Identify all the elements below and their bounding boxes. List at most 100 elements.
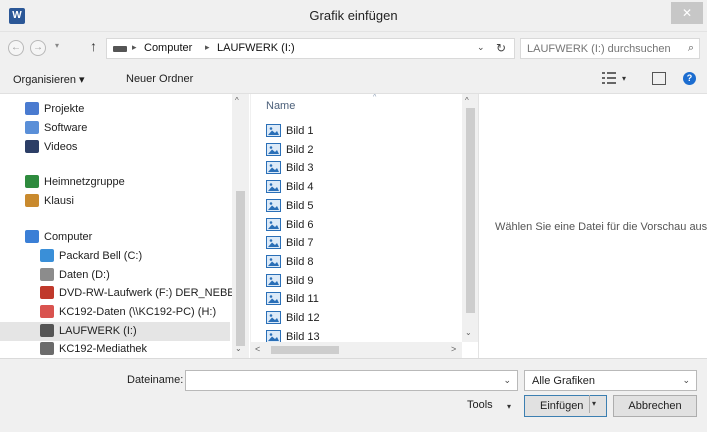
- tools-button[interactable]: Tools: [467, 399, 493, 411]
- sidebar-item-kc192-daten-kc192-pc-h[interactable]: KC192-Daten (\\KC192-PC) (H:): [0, 303, 230, 322]
- file-name: Bild 1: [286, 125, 314, 137]
- folder-projects-icon: [25, 102, 39, 115]
- recent-locations-dropdown[interactable]: ▾: [55, 41, 59, 50]
- image-file-icon: [266, 217, 281, 231]
- sidebar-item-projekte[interactable]: Projekte: [0, 100, 230, 119]
- image-file-icon: [266, 180, 281, 194]
- file-name: Bild 9: [286, 274, 314, 287]
- scroll-right-arrow-icon[interactable]: >: [451, 344, 456, 354]
- chevron-down-icon[interactable]: ⌄: [682, 375, 690, 386]
- file-list-item[interactable]: Bild 6: [266, 216, 456, 234]
- cancel-button-label: Abbrechen: [628, 400, 682, 412]
- breadcrumb-laufwerk[interactable]: LAUFWERK (I:): [217, 42, 295, 54]
- scroll-down-arrow-icon[interactable]: ⌄: [235, 344, 242, 353]
- column-header-name[interactable]: Name: [266, 100, 295, 112]
- cancel-button[interactable]: Abbrechen: [613, 395, 697, 417]
- file-list-item[interactable]: Bild 2: [266, 141, 456, 159]
- scroll-down-arrow-icon[interactable]: ⌄: [465, 328, 472, 337]
- navigation-pane[interactable]: Projekte Software Videos Heimnetzgruppe Klau…: [0, 94, 250, 358]
- scroll-up-arrow-icon[interactable]: ^: [465, 96, 469, 105]
- sidebar-item-label: Software: [44, 122, 88, 134]
- search-box[interactable]: ⌕: [520, 38, 700, 59]
- image-file-icon: [266, 254, 281, 268]
- file-list-item[interactable]: Bild 3: [266, 159, 456, 177]
- file-name: Bild 2: [286, 143, 314, 156]
- forward-button[interactable]: →: [30, 40, 46, 56]
- sidebar-item-label: Projekte: [44, 103, 85, 115]
- search-icon[interactable]: ⌕: [688, 42, 694, 55]
- sidebar-item-label: Klausi: [44, 195, 74, 207]
- sidebar-item-daten-d[interactable]: Daten (D:): [0, 266, 230, 285]
- sidebar-item-label: Daten (D:): [59, 269, 110, 281]
- sidebar-item-videos[interactable]: Videos: [0, 138, 230, 157]
- new-folder-button[interactable]: Neuer Ordner: [126, 73, 193, 85]
- file-vertical-scrollbar[interactable]: ^ ⌄: [462, 94, 478, 342]
- scroll-up-arrow-icon[interactable]: ^: [235, 96, 239, 105]
- view-options-icon[interactable]: [602, 72, 616, 84]
- image-file-icon: [266, 198, 281, 212]
- sort-indicator-icon: ^: [373, 94, 377, 101]
- search-input[interactable]: [527, 42, 677, 56]
- preview-pane-toggle-icon[interactable]: [652, 72, 666, 85]
- filename-label: Dateiname:: [127, 374, 184, 386]
- videos-icon: [25, 140, 39, 153]
- back-button[interactable]: ←: [8, 40, 24, 56]
- sidebar-item-klausi[interactable]: Klausi: [0, 192, 230, 211]
- nav-vertical-scrollbar[interactable]: ^ ⌄: [232, 94, 249, 358]
- file-list-item[interactable]: Bild 8: [266, 253, 456, 271]
- sidebar-item-heimnetzgruppe[interactable]: Heimnetzgruppe: [0, 173, 230, 192]
- scrollbar-thumb[interactable]: [236, 191, 245, 346]
- file-list-item[interactable]: Bild 5: [266, 197, 456, 215]
- sidebar-item-label: KC192-Mediathek: [59, 343, 148, 355]
- address-bar[interactable]: ▸ Computer ▸ LAUFWERK (I:) ⌄ ↻: [106, 38, 515, 59]
- media-library-icon: [40, 342, 54, 355]
- breadcrumb-separator[interactable]: ▸: [205, 42, 210, 53]
- file-name: Bild 11: [286, 293, 319, 306]
- folder-software-icon: [25, 121, 39, 134]
- drive-icon: [40, 268, 54, 281]
- refresh-icon[interactable]: ↻: [496, 41, 506, 55]
- insert-options-dropdown-icon[interactable]: ▾: [592, 395, 596, 413]
- chevron-down-icon[interactable]: ⌄: [503, 375, 511, 386]
- breadcrumb-computer[interactable]: Computer: [144, 42, 192, 54]
- file-type-select[interactable]: Alle Grafiken ⌄: [524, 370, 697, 391]
- help-icon[interactable]: ?: [683, 72, 696, 85]
- split-button-divider: [589, 395, 590, 413]
- file-name: Bild 3: [286, 162, 314, 175]
- view-dropdown-icon[interactable]: ▾: [622, 74, 626, 83]
- dialog-footer: Dateiname: ⌄ Alle Grafiken ⌄ Tools ▾ Ein…: [0, 358, 707, 432]
- filename-combobox[interactable]: ⌄: [185, 370, 518, 391]
- sidebar-item-kc192-mediathek[interactable]: KC192-Mediathek: [0, 340, 230, 358]
- preview-message: Wählen Sie eine Datei für die Vorschau a…: [495, 221, 707, 233]
- image-file-icon: [266, 329, 281, 343]
- tools-dropdown-icon[interactable]: ▾: [507, 402, 511, 411]
- file-list-item[interactable]: Bild 1: [266, 122, 456, 140]
- sidebar-item-label: Computer: [44, 231, 93, 243]
- breadcrumb-separator[interactable]: ▸: [132, 42, 137, 53]
- file-list-item[interactable]: Bild 12: [266, 309, 456, 327]
- sidebar-item-packard-bell-c[interactable]: Packard Bell (C:): [0, 247, 230, 266]
- organize-button[interactable]: Organisieren ▾: [13, 73, 85, 86]
- scroll-left-arrow-icon[interactable]: <: [255, 344, 260, 354]
- file-list-item[interactable]: Bild 11: [266, 290, 456, 308]
- address-dropdown-icon[interactable]: ⌄: [477, 42, 485, 53]
- preview-pane: Wählen Sie eine Datei für die Vorschau a…: [478, 94, 707, 358]
- scrollbar-thumb[interactable]: [466, 108, 475, 313]
- up-level-button[interactable]: ↑: [90, 38, 97, 54]
- dialog-title: Grafik einfügen: [309, 8, 398, 23]
- close-button[interactable]: ✕: [671, 2, 703, 24]
- scrollbar-thumb[interactable]: [271, 346, 339, 354]
- filename-input[interactable]: [190, 374, 490, 388]
- sidebar-item-computer[interactable]: Computer: [0, 228, 230, 247]
- file-list-item[interactable]: Bild 9: [266, 272, 456, 290]
- file-list-item[interactable]: Bild 4: [266, 178, 456, 196]
- file-name: Bild 4: [286, 181, 314, 194]
- sidebar-item-dvd-rw-laufwerk-f-der-nebel[interactable]: DVD-RW-Laufwerk (F:) DER_NEBEL: [0, 284, 241, 303]
- sidebar-item-laufwerk-i[interactable]: LAUFWERK (I:): [0, 322, 230, 341]
- file-horizontal-scrollbar[interactable]: < >: [251, 342, 462, 358]
- sidebar-item-software[interactable]: Software: [0, 119, 230, 138]
- sidebar-item-label: Heimnetzgruppe: [44, 176, 125, 188]
- image-file-icon: [266, 236, 281, 250]
- file-list-pane[interactable]: Name ^ Bild 1 Bild 2 Bild 3 Bild 4 Bild 5 Bil…: [250, 94, 478, 358]
- file-list-item[interactable]: Bild 7: [266, 234, 456, 252]
